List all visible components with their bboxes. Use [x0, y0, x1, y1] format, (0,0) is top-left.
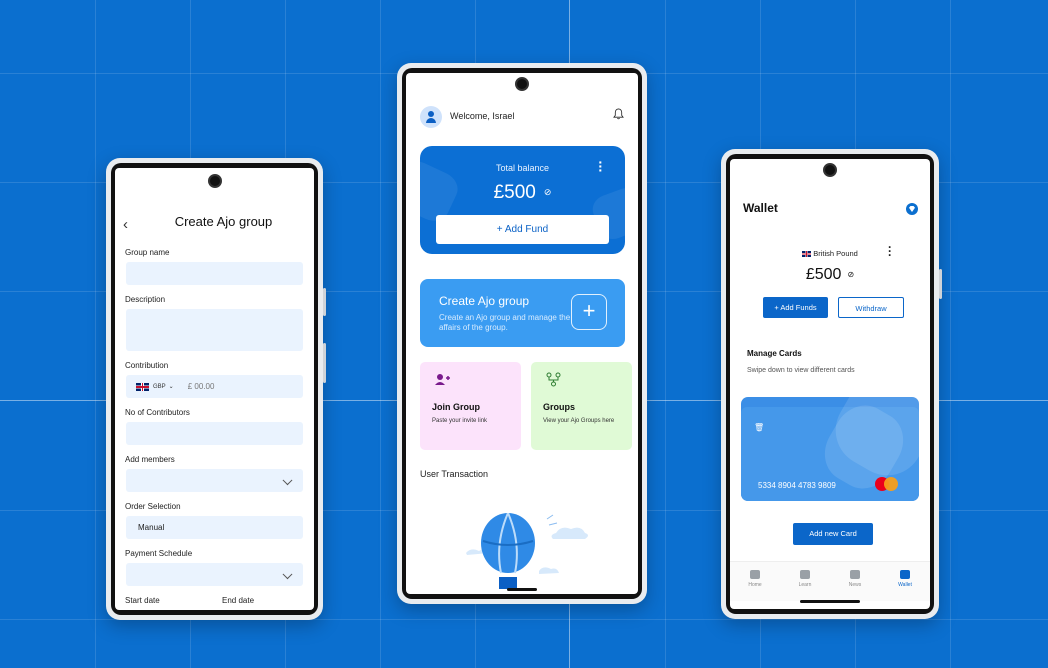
grid-line	[95, 0, 96, 668]
network-icon	[546, 372, 561, 387]
camera-notch	[515, 77, 529, 91]
camera-notch	[207, 174, 222, 188]
home-indicator	[800, 600, 860, 603]
more-options-icon[interactable]: · · ·	[598, 155, 603, 177]
add-members-select[interactable]	[126, 469, 303, 492]
create-group-card[interactable]: Create Ajo group Create an Ajo group and…	[420, 279, 625, 347]
group-name-input[interactable]	[126, 262, 303, 285]
bottom-tab-bar: Home Learn News Wallet	[730, 561, 930, 601]
balance-card: Total balance · · · £500 ⊘ + Add Fund	[420, 146, 625, 254]
phone-create-group: ‹ Create Ajo group Group name Descriptio…	[106, 158, 326, 620]
screen-header: ‹ Create Ajo group	[115, 214, 314, 238]
uk-flag-icon	[802, 251, 812, 258]
add-members-label: Add members	[125, 455, 175, 464]
wallet-icon	[900, 570, 910, 579]
grid-line	[950, 0, 951, 668]
eye-off-icon[interactable]: ⊘	[847, 270, 854, 279]
page-title: Wallet	[743, 201, 778, 215]
tab-home[interactable]: Home	[735, 570, 775, 601]
plus-icon[interactable]: +	[571, 294, 607, 330]
chevron-down-icon[interactable]: ⌄	[169, 383, 174, 390]
tab-wallet[interactable]: Wallet	[885, 570, 925, 601]
tab-label: Wallet	[898, 582, 912, 588]
balance-amount: £500	[493, 182, 536, 203]
withdraw-button[interactable]: Withdraw	[838, 297, 904, 318]
camera-notch	[823, 163, 837, 177]
bell-icon[interactable]	[613, 108, 624, 120]
user-transaction-heading: User Transaction	[420, 469, 489, 479]
groups-subtitle: View your Ajo Groups here	[543, 418, 615, 424]
add-funds-button[interactable]: + Add Funds	[763, 297, 828, 318]
tab-label: Home	[748, 582, 762, 588]
contribution-input[interactable]: GBP ⌄ £ 00.00	[126, 375, 303, 398]
payment-schedule-label: Payment Schedule	[125, 549, 193, 558]
welcome-text: Welcome, Israel	[450, 111, 515, 121]
join-group-title: Join Group	[432, 402, 480, 412]
balance-title: Total balance	[495, 163, 550, 173]
wallet-amount: £500	[805, 266, 842, 283]
uk-flag-icon	[136, 382, 149, 391]
contribution-label: Contribution	[125, 361, 169, 370]
swipe-hint: Swipe down to view different cards	[747, 367, 855, 374]
tab-label: News	[848, 582, 862, 588]
contributors-input[interactable]	[126, 422, 303, 445]
card-number: 5334 8904 4783 9809	[758, 481, 836, 490]
wallet-screen: Wallet British Pound · · · £500 ⊘ + Add Fun…	[730, 159, 930, 609]
phone-side-button	[323, 288, 326, 316]
home-screen: Welcome, Israel Total balance · · · £500 ⊘ …	[406, 73, 638, 594]
wallet-amount-row: £500 ⊘	[730, 266, 930, 284]
order-selection-label: Order Selection	[125, 502, 181, 511]
description-input[interactable]	[126, 309, 303, 351]
phone-home: Welcome, Israel Total balance · · · £500 ⊘ …	[397, 63, 647, 604]
chevron-down-icon	[282, 474, 293, 485]
add-card-button[interactable]: Add new Card	[793, 523, 873, 545]
description-label: Description	[125, 295, 166, 304]
more-options-icon[interactable]: · · ·	[888, 241, 892, 261]
eye-off-icon[interactable]: ⊘	[544, 187, 552, 197]
grid-line	[380, 0, 381, 668]
bank-card[interactable]: 🗑 5334 8904 4783 9809	[741, 397, 919, 501]
payment-schedule-select[interactable]	[126, 563, 303, 586]
home-indicator	[507, 588, 537, 591]
home-icon	[750, 570, 760, 579]
book-icon	[800, 570, 810, 579]
amount-placeholder: £ 00.00	[187, 382, 215, 391]
start-date-label: Start date	[125, 596, 160, 605]
currency-name: British Pound	[813, 249, 858, 258]
balance-amount-row: £500 ⊘	[420, 182, 625, 204]
join-group-subtitle: Paste your invite link	[432, 418, 488, 424]
mastercard-icon	[875, 477, 899, 491]
tab-label: Learn	[798, 582, 812, 588]
add-fund-button[interactable]: + Add Fund	[436, 215, 609, 244]
hot-air-balloon-illustration	[466, 513, 588, 589]
currency-selector[interactable]: British Pound	[730, 249, 930, 258]
order-selection-select[interactable]: Manual	[126, 516, 303, 539]
order-selection-value: Manual	[138, 523, 165, 532]
end-date-label: End date	[222, 596, 255, 605]
tab-news[interactable]: News	[835, 570, 875, 601]
shield-icon[interactable]	[906, 203, 918, 215]
currency-code[interactable]: GBP	[153, 384, 166, 390]
create-group-screen: ‹ Create Ajo group Group name Descriptio…	[115, 168, 314, 610]
contributors-label: No of Contributors	[125, 408, 190, 417]
page-title: Create Ajo group	[174, 214, 273, 229]
create-group-subtitle: Create an Ajo group and manage the affai…	[439, 313, 571, 332]
phone-side-button	[939, 269, 942, 299]
manage-cards-heading: Manage Cards	[747, 349, 802, 358]
avatar[interactable]	[420, 106, 442, 128]
tab-learn[interactable]: Learn	[785, 570, 825, 601]
chevron-down-icon	[282, 568, 293, 579]
groups-tile[interactable]: Groups View your Ajo Groups here	[531, 362, 632, 450]
create-group-title: Create Ajo group	[439, 294, 530, 308]
users-icon	[435, 374, 450, 385]
news-icon	[850, 570, 860, 579]
trash-icon[interactable]: 🗑	[754, 423, 764, 432]
grid-line	[665, 0, 666, 668]
phone-wallet: Wallet British Pound · · · £500 ⊘ + Add Fun…	[721, 149, 942, 619]
groups-title: Groups	[543, 402, 576, 412]
join-group-tile[interactable]: Join Group Paste your invite link	[420, 362, 521, 450]
group-name-label: Group name	[125, 248, 170, 257]
phone-side-button	[323, 343, 326, 383]
